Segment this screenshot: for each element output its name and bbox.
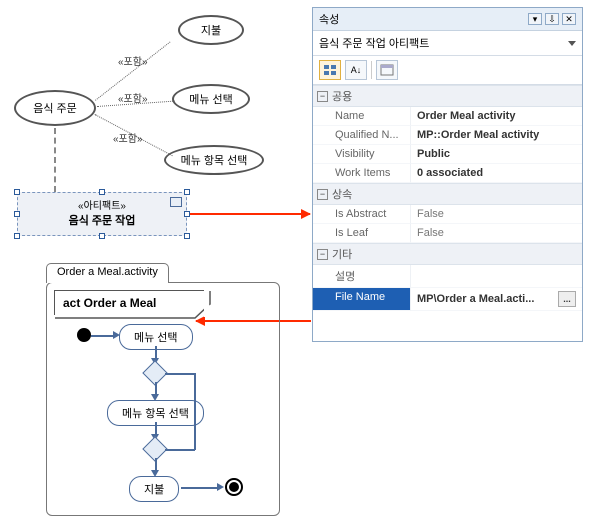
- dropdown-icon: [568, 41, 576, 46]
- flow-edge: [165, 449, 195, 451]
- prop-file-name[interactable]: File Name MP\Order a Meal.acti... ...: [313, 288, 582, 311]
- category-inherit-label: 상속: [332, 186, 352, 202]
- activity-frame: Order a Meal.activity act Order a Meal 메…: [46, 282, 280, 516]
- usecase-menu: 메뉴 선택: [172, 84, 250, 114]
- prop-abs-value: False: [411, 205, 582, 224]
- toolbar-separator: [371, 61, 372, 79]
- collapse-icon: −: [317, 249, 328, 260]
- prop-leaf-label: Is Leaf: [313, 224, 411, 243]
- resize-handle[interactable]: [184, 233, 190, 239]
- prop-leaf-value: False: [411, 224, 582, 243]
- activity-body: 메뉴 선택 메뉴 항목 선택 지불: [47, 322, 279, 507]
- resize-handle[interactable]: [14, 233, 20, 239]
- include-label-2: «포함»: [118, 90, 148, 105]
- flow-edge: [181, 487, 219, 489]
- usecase-item: 메뉴 항목 선택: [164, 145, 264, 175]
- activity-heading: act Order a Meal: [54, 290, 204, 315]
- usecase-menu-label: 메뉴 선택: [189, 91, 233, 107]
- resize-handle[interactable]: [184, 189, 190, 195]
- usecase-pay-label: 지불: [201, 22, 221, 38]
- prop-is-abstract[interactable]: Is AbstractFalse: [313, 205, 582, 224]
- final-node: [225, 478, 243, 496]
- properties-titlebar: 속성 ▾ ⇩ ✕: [313, 8, 582, 31]
- prop-file-label: File Name: [313, 288, 411, 311]
- usecase-main: 음식 주문: [14, 90, 96, 126]
- prop-desc-label: 설명: [313, 265, 411, 288]
- properties-title: 속성: [319, 11, 339, 27]
- usecase-diagram: 음식 주문 지불 메뉴 선택 메뉴 항목 선택 «포함» «포함» «포함»: [0, 0, 300, 210]
- resize-handle[interactable]: [14, 189, 20, 195]
- artifact-stereotype: «아티팩트»: [18, 197, 186, 212]
- category-other-label: 기타: [332, 246, 352, 262]
- prop-qn-label: Qualified N...: [313, 126, 411, 145]
- prop-work-items[interactable]: Work Items0 associated: [313, 164, 582, 183]
- resize-handle[interactable]: [99, 189, 105, 195]
- collapse-icon: −: [317, 91, 328, 102]
- artifact-name: 음식 주문 작업: [18, 212, 186, 228]
- categorized-button[interactable]: [319, 60, 341, 80]
- prop-wi-label: Work Items: [313, 164, 411, 183]
- dropdown-button[interactable]: ▾: [528, 13, 542, 25]
- alphabetical-button[interactable]: A↓: [345, 60, 367, 80]
- prop-description[interactable]: 설명: [313, 265, 582, 288]
- prop-wi-value: 0 associated: [411, 164, 582, 183]
- prop-qualified-name[interactable]: Qualified N...MP::Order Meal activity: [313, 126, 582, 145]
- properties-blank: [313, 311, 582, 341]
- category-common-label: 공용: [332, 88, 352, 104]
- prop-desc-value: [411, 265, 582, 288]
- category-common[interactable]: −공용: [313, 85, 582, 107]
- flow-edge: [165, 373, 195, 375]
- pin-button[interactable]: ⇩: [545, 13, 559, 25]
- activity-pay-label: 지불: [144, 484, 164, 496]
- include-label-3: «포함»: [113, 130, 143, 145]
- initial-node: [77, 328, 91, 342]
- prop-visibility[interactable]: VisibilityPublic: [313, 145, 582, 164]
- prop-name-label: Name: [313, 107, 411, 126]
- artifact-box[interactable]: «아티팩트» 음식 주문 작업: [17, 192, 187, 236]
- prop-vis-label: Visibility: [313, 145, 411, 164]
- usecase-pay: 지불: [178, 15, 244, 45]
- resize-handle[interactable]: [14, 211, 20, 217]
- flow-edge: [194, 373, 196, 450]
- arrow-artifact-to-props: [190, 213, 310, 215]
- flow-edge: [91, 335, 115, 337]
- prop-is-leaf[interactable]: Is LeafFalse: [313, 224, 582, 243]
- pages-icon: [380, 64, 394, 76]
- resize-handle[interactable]: [99, 233, 105, 239]
- activity-tab[interactable]: Order a Meal.activity: [46, 263, 169, 283]
- properties-object-label: 음식 주문 작업 아티팩트: [319, 35, 429, 51]
- properties-panel: 속성 ▾ ⇩ ✕ 음식 주문 작업 아티팩트 A↓ −공용 NameOrder …: [312, 7, 583, 342]
- activity-item-label: 메뉴 항목 선택: [122, 408, 189, 420]
- artifact-icon: [170, 197, 182, 207]
- prop-abs-label: Is Abstract: [313, 205, 411, 224]
- category-inherit[interactable]: −상속: [313, 183, 582, 205]
- activity-heading-label: act Order a Meal: [63, 296, 156, 310]
- properties-object-row[interactable]: 음식 주문 작업 아티팩트: [313, 31, 582, 56]
- arrowhead-icon: [217, 483, 224, 491]
- dependency-vertical: [54, 128, 56, 192]
- prop-file-value: MP\Order a Meal.acti...: [417, 293, 534, 305]
- category-other[interactable]: −기타: [313, 243, 582, 265]
- property-pages-button[interactable]: [376, 60, 398, 80]
- prop-qn-value: MP::Order Meal activity: [411, 126, 582, 145]
- browse-button[interactable]: ...: [558, 291, 576, 307]
- sort-icon: A↓: [351, 65, 362, 75]
- collapse-icon: −: [317, 189, 328, 200]
- activity-pay: 지불: [129, 476, 179, 502]
- usecase-main-label: 음식 주문: [33, 100, 77, 116]
- prop-name[interactable]: NameOrder Meal activity: [313, 107, 582, 126]
- prop-vis-value: Public: [411, 145, 582, 164]
- activity-menu-label: 메뉴 선택: [134, 332, 178, 344]
- properties-toolbar: A↓: [313, 56, 582, 85]
- prop-name-value: Order Meal activity: [411, 107, 582, 126]
- usecase-item-label: 메뉴 항목 선택: [181, 152, 248, 168]
- include-label-1: «포함»: [118, 53, 148, 68]
- categorized-icon: [323, 64, 337, 76]
- close-button[interactable]: ✕: [562, 13, 576, 25]
